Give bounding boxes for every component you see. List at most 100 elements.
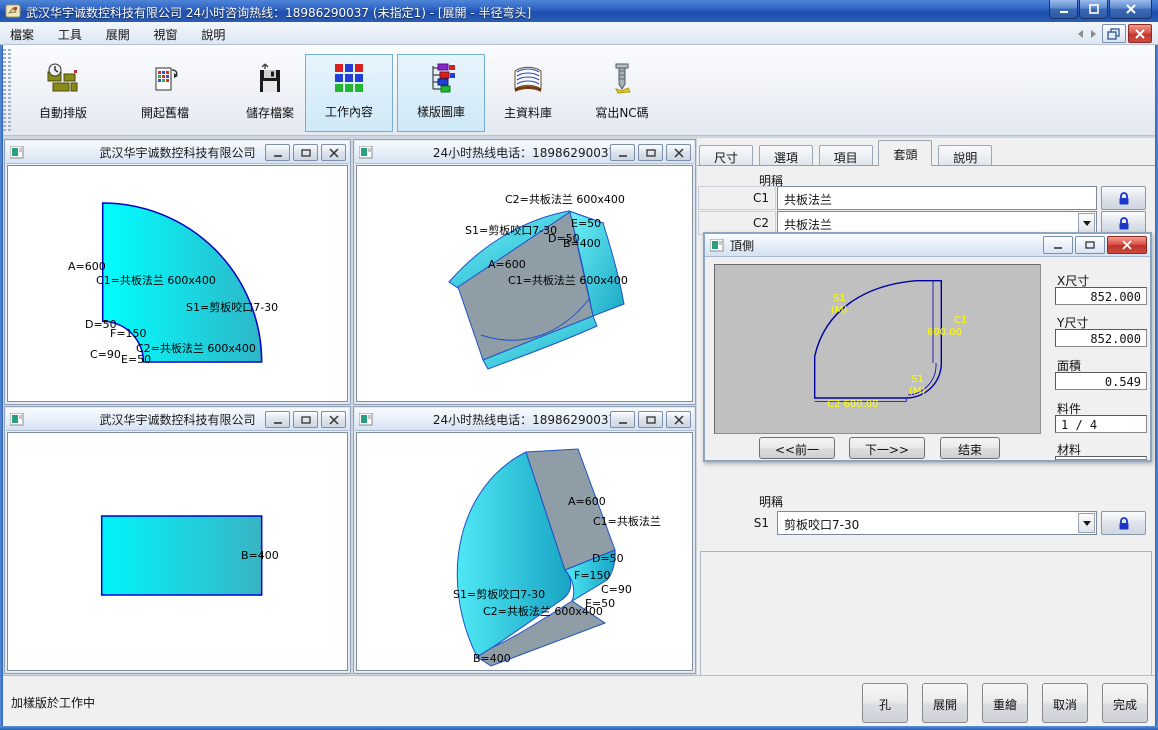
- toolbar-button-save-file[interactable]: 儲存檔案: [226, 56, 314, 132]
- redraw-button[interactable]: 重繪: [982, 683, 1028, 723]
- material-field[interactable]: [1055, 456, 1147, 460]
- restore-button[interactable]: [638, 144, 663, 161]
- x-size-field[interactable]: 852.000: [1055, 287, 1147, 305]
- minimize-icon: [617, 148, 629, 158]
- tab-options[interactable]: 選項: [759, 145, 813, 166]
- dropdown-button[interactable]: [1078, 213, 1095, 233]
- c1-value-field[interactable]: 共板法兰: [777, 186, 1097, 210]
- restore-icon: [645, 148, 657, 158]
- menu-window[interactable]: 視窗: [144, 22, 188, 44]
- toolbar-button-template-library[interactable]: 樣版圖庫: [397, 54, 485, 132]
- cancel-button[interactable]: 取消: [1042, 683, 1088, 723]
- restore-button[interactable]: [638, 411, 663, 428]
- svg-text:E=50: E=50: [585, 597, 615, 610]
- piece-count-field[interactable]: 1 / 4: [1055, 415, 1147, 433]
- c1-lock-button[interactable]: [1101, 186, 1146, 210]
- previous-button[interactable]: <<前一: [759, 437, 835, 459]
- s1-combobox[interactable]: 剪板咬口7-30: [777, 511, 1097, 535]
- child-titlebar[interactable]: 武汉华宇诚数控科技有限公司: [6, 408, 349, 431]
- close-button[interactable]: [666, 411, 691, 428]
- close-icon: [1124, 3, 1138, 15]
- next-button[interactable]: 下一>>: [849, 437, 925, 459]
- minimize-icon: [272, 148, 284, 158]
- dialog-titlebar[interactable]: 頂側: [705, 234, 1150, 257]
- unfold-button[interactable]: 展開: [922, 683, 968, 723]
- restore-button[interactable]: [293, 144, 318, 161]
- minimize-button[interactable]: [1043, 236, 1073, 254]
- mdi-window-controls: [1074, 24, 1152, 43]
- toolbar-button-label: 開起舊檔: [121, 104, 209, 121]
- tab-dimensions[interactable]: 尺寸: [699, 145, 753, 166]
- done-button[interactable]: 完成: [1102, 683, 1148, 723]
- restore-icon: [300, 415, 312, 425]
- child-titlebar[interactable]: 24小时热线电话：18986290037: [355, 141, 694, 164]
- close-button[interactable]: [321, 411, 346, 428]
- toolbar: 自動排版 開起舊檔 儲存檔案: [0, 45, 1158, 136]
- s1-lock-button[interactable]: [1101, 511, 1146, 535]
- toolbar-gripper[interactable]: [8, 49, 11, 131]
- toolbar-button-work-content[interactable]: 工作內容: [305, 54, 393, 132]
- cad-canvas-iso-view-2[interactable]: A=600 C1=共板法兰 D=50 F=150 C=90 S1=剪板咬口7-3…: [356, 432, 693, 671]
- cad-canvas-iso-view-1[interactable]: C2=共板法兰 600x400 S1=剪板咬口7-30 E=50 D=50 B=…: [356, 165, 693, 402]
- close-button[interactable]: [1107, 236, 1147, 254]
- nav-back-icon[interactable]: [1078, 30, 1083, 38]
- tab-items[interactable]: 項目: [819, 145, 873, 166]
- child-window-iso-view-1: 24小时热线电话：18986290037: [353, 139, 696, 405]
- toolbar-button-master-database[interactable]: 主資料庫: [484, 56, 572, 132]
- close-button[interactable]: [666, 144, 691, 161]
- finish-button[interactable]: 结束: [940, 437, 1000, 459]
- tab-collar[interactable]: 套頭: [878, 140, 932, 166]
- restore-button[interactable]: [293, 411, 318, 428]
- master-database-icon: [511, 62, 545, 96]
- minimize-button[interactable]: [610, 411, 635, 428]
- mdi-restore-button[interactable]: [1102, 24, 1126, 43]
- menu-tools[interactable]: 工具: [48, 22, 92, 44]
- svg-text:C2=共板法兰 600x400: C2=共板法兰 600x400: [505, 192, 625, 206]
- menu-help[interactable]: 說明: [191, 22, 235, 44]
- tab-bar: 尺寸 選項 項目 套頭 說明: [699, 140, 994, 164]
- minimize-button[interactable]: [265, 144, 290, 161]
- maximize-button[interactable]: [1079, 0, 1108, 19]
- toolbar-button-write-nc[interactable]: 寫出NC碼: [578, 56, 666, 132]
- tab-help[interactable]: 說明: [938, 145, 992, 166]
- piece-outline-drawing: S1 (M) C1 600.00 C2 600.00 S1 (M): [715, 265, 1042, 435]
- minimize-button[interactable]: [265, 411, 290, 428]
- iso-drawing-2: A=600 C1=共板法兰 D=50 F=150 C=90 S1=剪板咬口7-3…: [357, 433, 694, 672]
- dropdown-button[interactable]: [1078, 513, 1095, 533]
- svg-text:D=50: D=50: [592, 552, 624, 565]
- y-size-field[interactable]: 852.000: [1055, 329, 1147, 347]
- svg-text:A=600: A=600: [68, 260, 106, 273]
- svg-text:A=600: A=600: [568, 495, 606, 508]
- nav-forward-icon[interactable]: [1091, 30, 1096, 38]
- cad-canvas-side-view[interactable]: B=400: [7, 432, 348, 671]
- toolbar-button-auto-nest[interactable]: 自動排版: [19, 56, 107, 132]
- hole-button[interactable]: 孔: [862, 683, 908, 723]
- minimize-button[interactable]: [610, 144, 635, 161]
- window-controls: [1048, 0, 1152, 19]
- cad-canvas-flat-pattern[interactable]: A=600 C1=共板法兰 600x400 S1=剪板咬口7-30 D=50 F…: [7, 165, 348, 402]
- close-button[interactable]: [321, 144, 346, 161]
- child-titlebar[interactable]: 武汉华宇诚数控科技有限公司: [6, 141, 349, 164]
- menu-file[interactable]: 檔案: [0, 22, 44, 44]
- toolbar-gripper[interactable]: [3, 49, 6, 131]
- close-button[interactable]: [1109, 0, 1152, 19]
- svg-text:C1=共板法兰 600x400: C1=共板法兰 600x400: [96, 273, 216, 287]
- svg-text:C1=共板法兰: C1=共板法兰: [593, 514, 661, 528]
- close-icon: [1133, 28, 1147, 40]
- iso-drawing-1: C2=共板法兰 600x400 S1=剪板咬口7-30 E=50 D=50 B=…: [357, 166, 694, 403]
- row-key-s1: S1: [698, 511, 776, 535]
- minimize-button[interactable]: [1049, 0, 1078, 19]
- toolbar-button-label: 寫出NC碼: [578, 104, 666, 121]
- mdi-close-button[interactable]: [1128, 24, 1152, 43]
- toolbar-button-open-file[interactable]: 開起舊檔: [121, 56, 209, 132]
- svg-text:C=90: C=90: [90, 348, 121, 361]
- restore-button[interactable]: [1075, 236, 1105, 254]
- side-view-drawing: B=400: [8, 433, 349, 672]
- menu-unfold[interactable]: 展開: [96, 22, 140, 44]
- top-side-preview-dialog: 頂側 S1 (M) C1 600.00 C2 600.00 S1 (M): [703, 232, 1152, 462]
- area-field[interactable]: 0.549: [1055, 372, 1147, 390]
- titlebar[interactable]: 武汉华宇诚数控科技有限公司 24小时咨询热线：18986290037 (未指定1…: [0, 0, 1158, 22]
- piece-preview-canvas[interactable]: S1 (M) C1 600.00 C2 600.00 S1 (M): [714, 264, 1041, 434]
- template-library-icon: [424, 61, 458, 95]
- child-titlebar[interactable]: 24小时热线电话：18986290037: [355, 408, 694, 431]
